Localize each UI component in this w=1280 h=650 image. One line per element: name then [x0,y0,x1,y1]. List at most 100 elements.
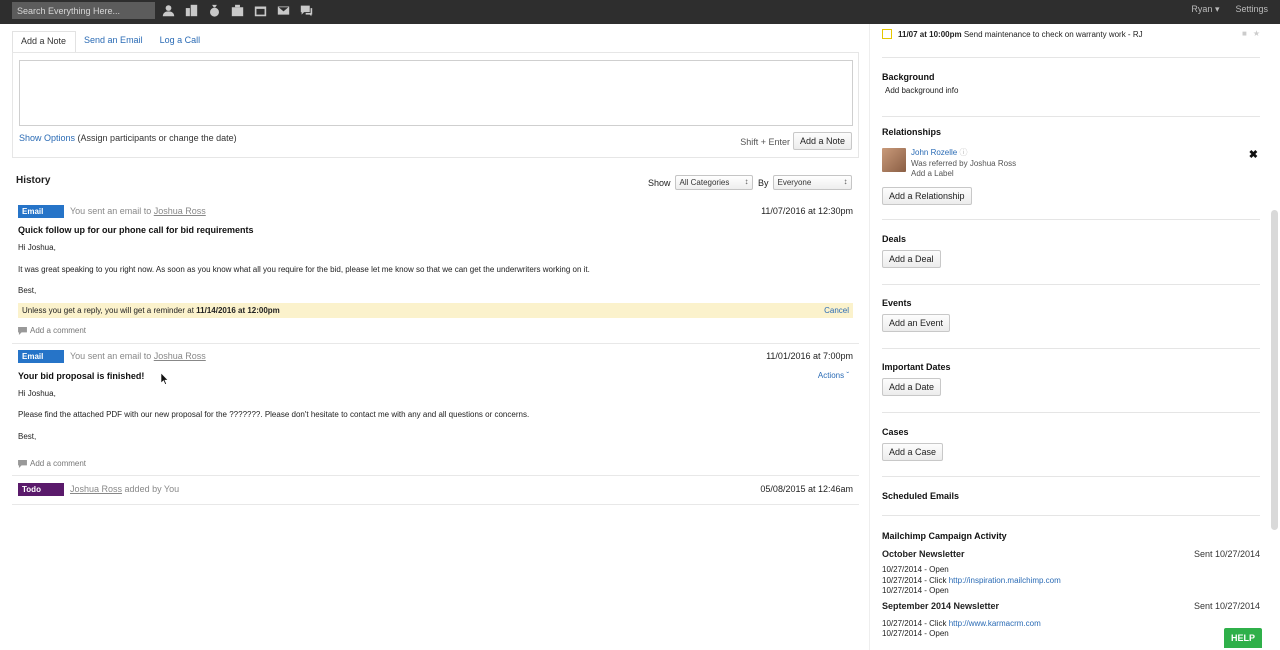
task-checkbox[interactable] [882,29,892,39]
show-filter: Show All Categories [648,175,753,190]
email-body-line: Hi Joshua, [18,243,56,252]
shortcut-hint: Shift + Enter [740,137,790,147]
entry-meta: You sent an email to Joshua Ross [70,351,206,361]
email-body-line: Best, [18,286,37,295]
campaign-name: September 2014 Newsletter [882,600,1000,611]
add-comment[interactable]: Add a comment [18,459,86,468]
actions-menu[interactable]: Actions ˇ [818,371,849,380]
campaign-name: October Newsletter [882,549,965,559]
mailchimp-title: Mailchimp Campaign Activity [882,531,1007,541]
note-textarea[interactable] [19,60,853,126]
entry-meta: Joshua Ross added by You [70,484,179,494]
email-subject[interactable]: Quick follow up for our phone call for b… [18,225,254,235]
comment-icon[interactable]: ■ [1242,29,1247,38]
help-button[interactable]: HELP [1224,628,1262,648]
email-badge: Email [18,205,64,218]
tab-log-call[interactable]: Log a Call [152,31,210,53]
cancel-reminder-link[interactable]: Cancel [824,306,849,315]
dates-section: Important Dates Add a Date [882,362,1260,396]
add-relationship-wrap: Add a Relationship [882,187,1260,205]
contact-link[interactable]: Joshua Ross [154,351,206,361]
category-select[interactable]: All Categories [674,175,753,190]
contact-link[interactable]: Joshua Ross [154,206,206,216]
add-date-button[interactable]: Add a Date [882,378,942,396]
mouse-cursor-icon [161,373,169,385]
add-label-link[interactable]: Add a Label [911,169,1016,180]
by-filter: By Everyone [758,175,852,190]
close-icon[interactable]: ✖ [1249,148,1258,161]
chat-icon[interactable] [298,3,314,17]
comment-icon [18,326,27,335]
campaign-header: September 2014 Newsletter Sent 10/27/201… [882,601,1260,611]
relationships-title: Relationships [882,127,942,137]
divider [882,219,1260,220]
show-label: Show [648,177,671,188]
history-title: History [16,175,51,186]
entry-date: 05/08/2015 at 12:46am [760,484,853,494]
add-event-button[interactable]: Add an Event [882,314,951,332]
divider [882,284,1260,285]
user-menu[interactable]: Ryan ▾ [1191,4,1219,15]
email-body-line: Hi Joshua, [18,389,56,398]
meta-suffix: added by You [124,484,180,494]
campaign-sent: Sent 10/27/2014 [1193,549,1260,559]
add-note-button[interactable]: Add a Note [792,132,852,150]
settings-link[interactable]: Settings [1235,4,1268,15]
add-deal-button[interactable]: Add a Deal [882,250,941,268]
deal-icon[interactable] [206,3,222,17]
search-input[interactable] [12,2,155,19]
history-entry: Email You sent an email to Joshua Ross 1… [12,345,859,476]
toolbar-icons [160,3,314,17]
add-relationship-button[interactable]: Add a Relationship [882,187,972,205]
entry-date: 11/01/2016 at 7:00pm [766,351,853,361]
task-text: Send maintenance to check on warranty wo… [963,29,1143,39]
top-bar: Ryan ▾ Settings [0,0,1280,24]
entry-meta: You sent an email to Joshua Ross [70,206,206,216]
contact-icon[interactable] [160,3,176,17]
add-background-link[interactable]: Add background info [885,86,1260,95]
divider [882,515,1260,516]
activity-link[interactable]: http://inspiration.mailchimp.com [949,576,1061,585]
company-icon[interactable] [183,3,199,17]
case-icon[interactable] [229,3,245,17]
scheduled-section: Scheduled Emails [882,491,1260,501]
note-panel: Show Options (Assign participants or cha… [12,52,859,158]
relationships-section: Relationships [882,127,1260,137]
relationship-name-link[interactable]: John Rozelle [911,148,957,157]
entry-date: 11/07/2016 at 12:30pm [761,206,853,216]
tab-send-email[interactable]: Send an Email [76,31,152,53]
info-icon: ⓘ [959,148,968,157]
campaign-activity: 10/27/2014 - Open [882,629,1260,640]
history-entry: Todo Joshua Ross added by You 05/08/2015… [12,477,859,505]
add-case-button[interactable]: Add a Case [882,443,944,461]
events-title: Events [882,298,912,308]
activity-text: 10/27/2014 - Open [882,586,949,595]
contact-link[interactable]: Joshua Ross [70,484,122,494]
background-section: Background Add background info [882,72,1260,95]
mail-icon[interactable] [275,3,291,17]
add-comment[interactable]: Add a comment [18,326,86,335]
avatar [882,148,906,172]
activity-text: 10/27/2014 - Click [882,618,947,628]
email-subject[interactable]: Your bid proposal is finished! [18,371,144,381]
email-badge: Email [18,350,64,363]
email-body-line: Best, [18,432,37,441]
show-options-link[interactable]: Show Options [19,133,75,143]
star-icon[interactable]: ★ [1253,29,1260,38]
calendar-icon[interactable] [252,3,268,17]
tab-add-note[interactable]: Add a Note [12,31,77,53]
campaign-activity: 10/27/2014 - Click http://inspiration.ma… [882,576,1260,587]
scheduled-title: Scheduled Emails [882,491,960,501]
user-select[interactable]: Everyone [772,175,852,190]
campaign-activity: 10/27/2014 - Open [882,565,1260,576]
activity-link[interactable]: http://www.karmacrm.com [949,619,1041,628]
cases-section: Cases Add a Case [882,427,1260,461]
composer-tabs: Add a Note Send an Email Log a Call [12,31,209,53]
deals-title: Deals [882,234,907,244]
dates-title: Important Dates [882,362,951,372]
chevron-down-icon: ▾ [1214,4,1220,14]
activity-text: 10/27/2014 - Click [882,575,947,585]
meta-prefix: You sent an email to [70,206,152,216]
email-body-line: Please find the attached PDF with our ne… [18,410,530,419]
scrollbar[interactable] [1271,210,1278,530]
